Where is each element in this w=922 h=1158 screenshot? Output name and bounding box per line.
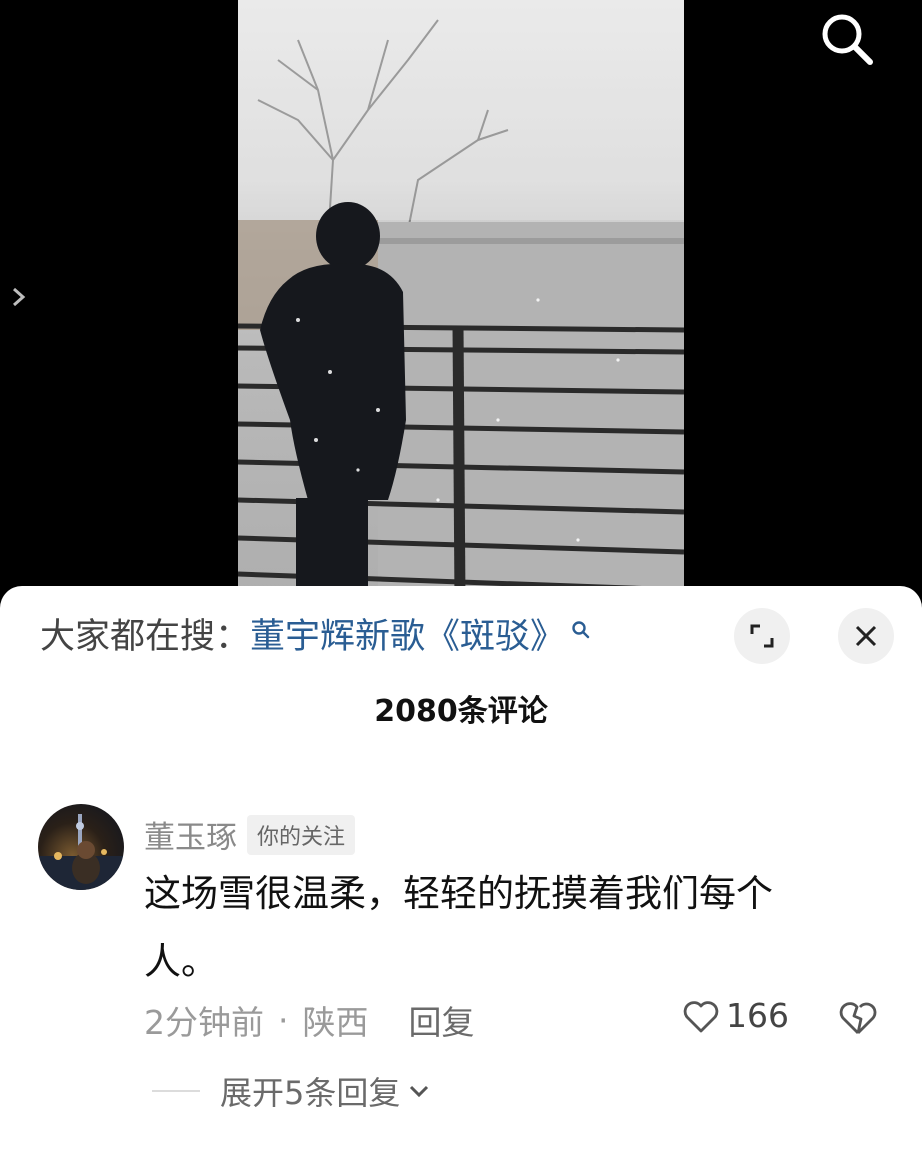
comment-count: 2080条评论 bbox=[374, 694, 548, 729]
avatar-image bbox=[38, 814, 124, 890]
username[interactable]: 董玉琢 bbox=[144, 812, 237, 857]
comment-text: 这场雪很温柔，轻轻的抚摸着我们每个人。 bbox=[144, 872, 773, 983]
search-icon bbox=[822, 14, 873, 65]
heart-icon bbox=[683, 1000, 719, 1032]
comments-sheet: 大家都在搜： 董宇辉新歌《斑驳》 2080条评论 董玉琢 你的关注 这场雪很温柔… bbox=[0, 586, 922, 1158]
avatar[interactable] bbox=[38, 804, 124, 890]
like-button[interactable]: 166 bbox=[682, 996, 789, 1035]
search-button[interactable] bbox=[818, 10, 878, 70]
expand-replies-label: 展开5条回复 bbox=[220, 1074, 401, 1112]
chevron-right-icon bbox=[13, 287, 26, 307]
trending-search-bar: 大家都在搜： 董宇辉新歌《斑驳》 bbox=[40, 614, 591, 660]
search-prefix: 大家都在搜： bbox=[40, 617, 251, 657]
video-scene bbox=[238, 0, 684, 600]
comment-location: 陕西 bbox=[302, 1003, 369, 1042]
reply-button[interactable]: 回复 bbox=[409, 996, 475, 1044]
trending-search-link[interactable]: 董宇辉新歌《斑驳》 bbox=[250, 614, 565, 660]
expand-replies-button[interactable]: 展开5条回复 bbox=[152, 1068, 432, 1114]
expand-icon bbox=[750, 624, 774, 648]
side-panel-arrow[interactable] bbox=[6, 282, 30, 312]
meta-separator: · bbox=[278, 1000, 289, 1040]
like-count: 166 bbox=[726, 996, 789, 1035]
video-player[interactable] bbox=[0, 0, 922, 600]
close-icon bbox=[855, 625, 877, 647]
comment-meta: 2分钟前 · 陕西 回复 bbox=[144, 996, 475, 1044]
video-frame[interactable] bbox=[238, 0, 684, 600]
comment-header: 董玉琢 你的关注 bbox=[144, 812, 356, 857]
comment-time: 2分钟前 bbox=[144, 1003, 264, 1042]
divider-line bbox=[152, 1090, 200, 1092]
chevron-down-icon bbox=[410, 1085, 429, 1098]
broken-heart-icon bbox=[839, 1002, 877, 1034]
close-button[interactable] bbox=[838, 608, 894, 664]
fullscreen-button[interactable] bbox=[734, 608, 790, 664]
following-badge: 你的关注 bbox=[247, 814, 356, 855]
search-icon[interactable] bbox=[571, 620, 591, 640]
dislike-button[interactable] bbox=[838, 1000, 878, 1040]
